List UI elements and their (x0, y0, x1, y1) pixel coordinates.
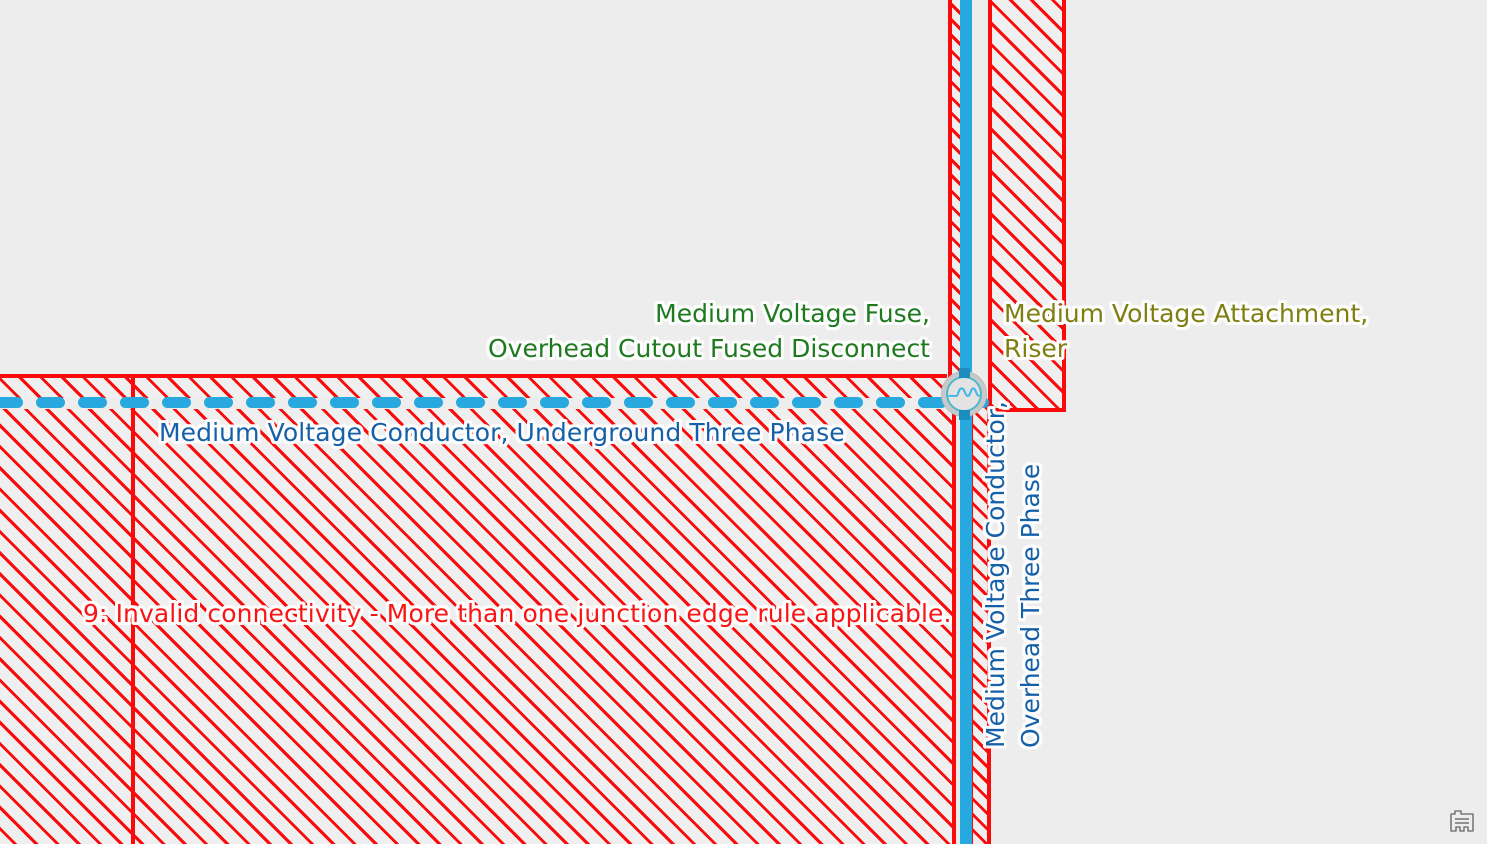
label-riser-line1: Medium Voltage Attachment, (1004, 299, 1369, 328)
conductor-dash (0, 397, 23, 408)
basemap-icon-glyph (1450, 810, 1474, 832)
conductor-dash (498, 397, 527, 408)
conductor-dash (624, 397, 653, 408)
symbol-inner-circle (946, 376, 982, 412)
label-fuse-line2: Overhead Cutout Fused Disconnect (487, 334, 930, 363)
label-medium-voltage-fuse: Medium Voltage Fuse, Overhead Cutout Fus… (488, 296, 930, 366)
conductor-dash (582, 397, 611, 408)
sine-wave-icon (948, 387, 980, 397)
conductor-dash (162, 397, 191, 408)
error-polygon-top-boundary (131, 374, 947, 378)
conductor-dash (36, 397, 65, 408)
label-riser-line2: Riser (1004, 334, 1068, 363)
error-message-text: 9: Invalid connectivity - More than one … (83, 599, 952, 628)
conductor-dash (876, 397, 905, 408)
conductor-dash (78, 397, 107, 408)
label-overhead-conductor: Medium Voltage Conductor, Overhead Three… (978, 401, 1048, 748)
underground-conductor-line[interactable] (0, 397, 989, 408)
label-overhead-line2: Overhead Three Phase (1016, 463, 1045, 748)
conductor-dash (666, 397, 695, 408)
conductor-dash (540, 397, 569, 408)
conductor-dash (792, 397, 821, 408)
conductor-dash (204, 397, 233, 408)
label-overhead-line1: Medium Voltage Conductor, (981, 400, 1010, 748)
conductor-dash (750, 397, 779, 408)
conductor-dash (708, 397, 737, 408)
symbol-connector-bottom (959, 410, 970, 420)
conductor-dash (288, 397, 317, 408)
label-fuse-line1: Medium Voltage Fuse, (655, 299, 930, 328)
conductor-dash (330, 397, 359, 408)
label-underground-conductor: Medium Voltage Conductor, Underground Th… (159, 418, 845, 447)
conductor-dash (414, 397, 443, 408)
conductor-dash (456, 397, 485, 408)
conductor-dash (246, 397, 275, 408)
overhead-conductor-line[interactable] (960, 0, 972, 844)
conductor-dash (120, 397, 149, 408)
symbol-connector-top (959, 368, 970, 378)
map-canvas[interactable]: Medium Voltage Fuse, Overhead Cutout Fus… (0, 0, 1487, 844)
conductor-dash (834, 397, 863, 408)
label-medium-voltage-riser: Medium Voltage Attachment, Riser (1004, 296, 1368, 366)
conductor-dash (372, 397, 401, 408)
basemap-legend-icon[interactable] (1445, 804, 1479, 838)
